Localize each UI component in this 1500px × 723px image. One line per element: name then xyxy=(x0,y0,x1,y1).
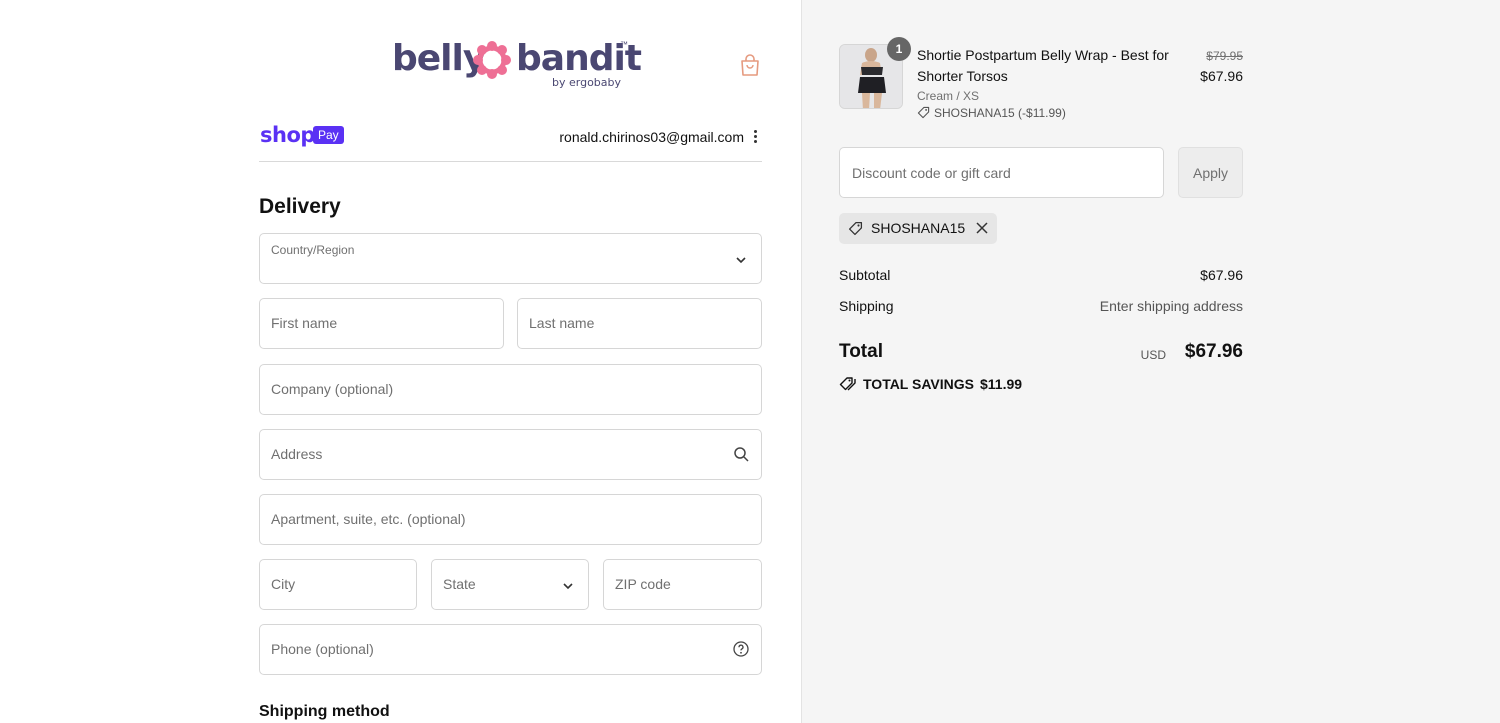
total-savings-value: $11.99 xyxy=(979,376,1023,392)
total-label: Total xyxy=(839,341,883,362)
shipping-label: Shipping xyxy=(839,298,894,314)
savings-tag-icon xyxy=(839,377,856,391)
account-email: ronald.chirinos03@gmail.com xyxy=(559,129,744,145)
delivery-heading: Delivery xyxy=(259,195,341,218)
chevron-down-icon xyxy=(736,257,746,264)
city-placeholder: City xyxy=(271,576,296,592)
phone-field[interactable]: Phone (optional) xyxy=(259,624,762,675)
tag-icon xyxy=(917,106,930,119)
tag-icon xyxy=(848,221,863,236)
country-region-select[interactable]: Country/Region xyxy=(259,233,762,284)
shipping-method-heading: Shipping method xyxy=(259,703,390,720)
zip-code-placeholder: ZIP code xyxy=(615,576,671,592)
brand-logo[interactable]: belly bandit ™ by ergobaby xyxy=(392,36,642,92)
last-name-placeholder: Last name xyxy=(529,315,595,331)
subtotal-value: $67.96 xyxy=(1200,267,1243,283)
original-price: $79.95 xyxy=(1206,49,1243,63)
chevron-down-icon xyxy=(563,583,573,590)
total-savings: TOTAL SAVINGS $11.99 xyxy=(839,376,1022,392)
city-field[interactable]: City xyxy=(259,559,417,610)
total-value: $67.96 xyxy=(1184,341,1243,362)
subtotal-row: Subtotal $67.96 xyxy=(839,267,1243,283)
product-discount-text: SHOSHANA15 (-$11.99) xyxy=(934,106,1066,120)
brand-subtitle: by ergobaby xyxy=(552,76,622,89)
shop-pay-account-row: shop Pay ronald.chirinos03@gmail.com xyxy=(259,120,762,162)
kebab-menu-icon[interactable] xyxy=(750,128,760,146)
help-circle-icon[interactable] xyxy=(733,641,749,657)
zip-code-field[interactable]: ZIP code xyxy=(603,559,762,610)
shop-pay-logo: shop xyxy=(260,123,315,147)
applied-discount-chip: SHOSHANA15 xyxy=(839,213,998,244)
subtotal-label: Subtotal xyxy=(839,267,891,283)
company-placeholder: Company (optional) xyxy=(271,381,394,397)
apartment-placeholder: Apartment, suite, etc. (optional) xyxy=(271,511,466,527)
first-name-field[interactable]: First name xyxy=(259,298,504,349)
first-name-placeholder: First name xyxy=(271,315,338,331)
discount-code-input[interactable]: Discount code or gift card xyxy=(839,147,1164,198)
country-region-label: Country/Region xyxy=(271,243,355,257)
discounted-price: $67.96 xyxy=(1200,68,1243,84)
last-name-field[interactable]: Last name xyxy=(517,298,762,349)
applied-discount-code: SHOSHANA15 xyxy=(871,220,966,236)
checkout-form-panel: belly bandit ™ by ergobaby shop Pay rona… xyxy=(0,0,801,723)
product-name: Shortie Postpartum Belly Wrap - Best for… xyxy=(917,47,1169,84)
total-currency: USD xyxy=(1140,348,1166,362)
shipping-value: Enter shipping address xyxy=(1099,298,1243,314)
address-placeholder: Address xyxy=(271,446,323,462)
shipping-row: Shipping Enter shipping address xyxy=(839,298,1243,314)
address-field[interactable]: Address xyxy=(259,429,762,480)
total-savings-label: TOTAL SAVINGS xyxy=(863,376,974,392)
company-field[interactable]: Company (optional) xyxy=(259,364,762,415)
state-placeholder: State xyxy=(443,576,476,592)
brand-flower-icon xyxy=(473,41,511,79)
apply-button[interactable]: Apply xyxy=(1178,147,1243,198)
shop-pay-badge: Pay xyxy=(313,126,344,144)
apartment-field[interactable]: Apartment, suite, etc. (optional) xyxy=(259,494,762,545)
quantity-badge: 1 xyxy=(887,37,911,61)
product-variant: Cream / XS xyxy=(917,89,980,103)
phone-placeholder: Phone (optional) xyxy=(271,641,374,657)
product-discount: SHOSHANA15 (-$11.99) xyxy=(917,106,1066,120)
state-select[interactable]: State xyxy=(431,559,589,610)
brand-trademark: ™ xyxy=(620,40,628,49)
discount-code-placeholder: Discount code or gift card xyxy=(852,165,1011,181)
shopping-bag-icon[interactable] xyxy=(738,52,762,78)
search-icon[interactable] xyxy=(733,446,749,462)
close-icon[interactable] xyxy=(975,221,989,235)
